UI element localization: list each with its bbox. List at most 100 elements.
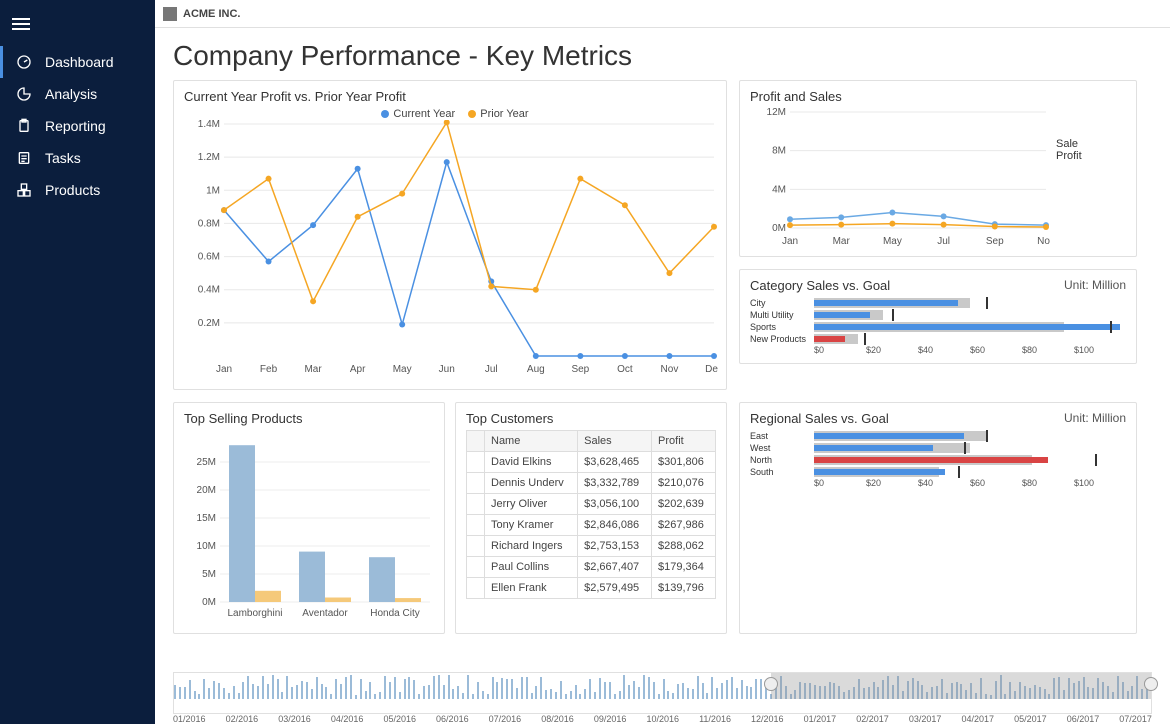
legend-dot-current-year bbox=[381, 110, 389, 118]
legend: Sale Profit bbox=[1050, 108, 1082, 248]
svg-text:Dec: Dec bbox=[705, 364, 718, 375]
timeline-range-selector[interactable] bbox=[173, 672, 1152, 714]
sidebar-item-tasks[interactable]: Tasks bbox=[0, 142, 155, 174]
sidebar-item-reporting[interactable]: Reporting bbox=[0, 110, 155, 142]
hbar-row: South bbox=[750, 466, 1126, 478]
card-regional-sales: Regional Sales vs. GoalUnit: Million Eas… bbox=[739, 402, 1137, 634]
svg-text:Sep: Sep bbox=[986, 236, 1004, 247]
svg-text:Nov: Nov bbox=[661, 364, 679, 375]
svg-text:0.6M: 0.6M bbox=[198, 252, 220, 263]
svg-text:12M: 12M bbox=[767, 108, 786, 118]
sidebar-label: Analysis bbox=[45, 86, 97, 102]
svg-text:15M: 15M bbox=[197, 513, 216, 524]
svg-text:1.2M: 1.2M bbox=[198, 152, 220, 163]
svg-text:May: May bbox=[883, 236, 902, 247]
svg-text:May: May bbox=[393, 364, 412, 375]
chart-legend: Current Year Prior Year bbox=[184, 108, 716, 120]
bar-chart-products[interactable]: 0M 5M 10M 15M 20M 25M Lamborghini Aventador Hond… bbox=[184, 430, 434, 620]
boxes-icon bbox=[15, 182, 33, 198]
svg-text:Aug: Aug bbox=[527, 364, 545, 375]
card-profit-and-sales: Profit and Sales 0M 4M 8M 12M Jan Mar May Jul Se… bbox=[739, 80, 1137, 257]
svg-text:Mar: Mar bbox=[304, 364, 322, 375]
logo-icon bbox=[163, 7, 177, 21]
sidebar-item-products[interactable]: Products bbox=[0, 174, 155, 206]
svg-text:Aventador: Aventador bbox=[302, 608, 348, 619]
hbar-row: West bbox=[750, 442, 1126, 454]
card-profit-cy-vs-py: Current Year Profit vs. Prior Year Profi… bbox=[173, 80, 727, 390]
line-chart-profit-sales[interactable]: 0M 4M 8M 12M Jan Mar May Jul Sep Nov bbox=[750, 108, 1050, 248]
svg-text:Mar: Mar bbox=[833, 236, 851, 247]
svg-text:Jan: Jan bbox=[782, 236, 798, 247]
pie-icon bbox=[15, 86, 33, 102]
hbar-row: Sports bbox=[750, 321, 1126, 333]
hbar-row: New Products bbox=[750, 333, 1126, 345]
svg-text:0M: 0M bbox=[772, 223, 786, 234]
svg-text:Nov: Nov bbox=[1037, 236, 1050, 247]
svg-text:Oct: Oct bbox=[617, 364, 633, 375]
chart-title: Current Year Profit vs. Prior Year Profi… bbox=[184, 89, 716, 104]
sidebar-label: Dashboard bbox=[45, 54, 114, 70]
svg-text:0.4M: 0.4M bbox=[198, 285, 220, 296]
svg-text:4M: 4M bbox=[772, 184, 786, 195]
table-row[interactable]: Richard Ingers$2,753,153$288,062 bbox=[467, 536, 716, 557]
chart-title: Top Selling Products bbox=[184, 411, 434, 426]
line-chart-profit[interactable]: 0.2M 0.4M 0.6M 0.8M 1M 1.2M 1.4M Jan Feb Mar Apr Ma… bbox=[184, 120, 718, 376]
chart-title: Profit and Sales bbox=[750, 89, 1126, 104]
hbar-row: North bbox=[750, 454, 1126, 466]
sidebar: Dashboard Analysis Reporting Tasks Products bbox=[0, 0, 155, 724]
sidebar-label: Reporting bbox=[45, 118, 106, 134]
hbar-chart-category[interactable]: City Multi Utility Sports New Products bbox=[750, 297, 1126, 345]
card-top-customers: Top Customers NameSalesProfitDavid Elkin… bbox=[455, 402, 727, 634]
sidebar-label: Tasks bbox=[45, 150, 81, 166]
svg-text:Jan: Jan bbox=[216, 364, 232, 375]
brand-name: ACME INC. bbox=[183, 8, 240, 20]
card-category-sales: Category Sales vs. GoalUnit: Million Cit… bbox=[739, 269, 1137, 364]
timeline-handle-start[interactable] bbox=[764, 677, 778, 691]
hbar-chart-regional[interactable]: East West North South bbox=[750, 430, 1126, 478]
table-row[interactable]: Dennis Underv$3,332,789$210,076 bbox=[467, 473, 716, 494]
menu-toggle-button[interactable] bbox=[0, 8, 155, 36]
table-row[interactable]: Jerry Oliver$3,056,100$202,639 bbox=[467, 494, 716, 515]
legend-dot-prior-year bbox=[468, 110, 476, 118]
checklist-icon bbox=[15, 150, 33, 166]
sidebar-item-analysis[interactable]: Analysis bbox=[0, 78, 155, 110]
svg-text:8M: 8M bbox=[772, 146, 786, 157]
svg-text:1.4M: 1.4M bbox=[198, 120, 220, 130]
timeline-labels: 01/201602/201603/201604/201605/201606/20… bbox=[173, 714, 1152, 724]
svg-text:Jul: Jul bbox=[937, 236, 950, 247]
clipboard-icon bbox=[15, 118, 33, 134]
table-row[interactable]: Ellen Frank$2,579,495$139,796 bbox=[467, 578, 716, 599]
svg-text:1M: 1M bbox=[206, 185, 220, 196]
sidebar-label: Products bbox=[45, 182, 100, 198]
card-top-products: Top Selling Products 0M 5M 10M 15M 20M 25M Lam… bbox=[173, 402, 445, 634]
svg-text:0.8M: 0.8M bbox=[198, 218, 220, 229]
svg-text:0.2M: 0.2M bbox=[198, 318, 220, 329]
gauge-icon bbox=[15, 54, 33, 70]
hbar-row: Multi Utility bbox=[750, 309, 1126, 321]
page-title: Company Performance - Key Metrics bbox=[173, 40, 1152, 72]
svg-text:10M: 10M bbox=[197, 541, 216, 552]
svg-text:0M: 0M bbox=[202, 597, 216, 608]
table-row[interactable]: Tony Kramer$2,846,086$267,986 bbox=[467, 515, 716, 536]
svg-text:Lamborghini: Lamborghini bbox=[227, 608, 282, 619]
svg-text:Sep: Sep bbox=[571, 364, 589, 375]
svg-text:5M: 5M bbox=[202, 569, 216, 580]
svg-text:25M: 25M bbox=[197, 457, 216, 468]
app-header: ACME INC. bbox=[155, 0, 1170, 28]
timeline-handle-end[interactable] bbox=[1144, 677, 1158, 691]
table-top-customers[interactable]: NameSalesProfitDavid Elkins$3,628,465$30… bbox=[466, 430, 716, 599]
svg-text:Honda City: Honda City bbox=[370, 608, 419, 619]
svg-text:Jul: Jul bbox=[485, 364, 498, 375]
table-row[interactable]: Paul Collins$2,667,407$179,364 bbox=[467, 557, 716, 578]
hbar-row: East bbox=[750, 430, 1126, 442]
svg-text:20M: 20M bbox=[197, 485, 216, 496]
chart-title: Regional Sales vs. GoalUnit: Million bbox=[750, 411, 1126, 426]
table-row[interactable]: David Elkins$3,628,465$301,806 bbox=[467, 452, 716, 473]
svg-text:Feb: Feb bbox=[260, 364, 278, 375]
hbar-row: City bbox=[750, 297, 1126, 309]
svg-text:Jun: Jun bbox=[439, 364, 455, 375]
chart-title: Top Customers bbox=[466, 411, 716, 426]
svg-text:Apr: Apr bbox=[350, 364, 366, 375]
sidebar-item-dashboard[interactable]: Dashboard bbox=[0, 46, 155, 78]
chart-title: Category Sales vs. GoalUnit: Million bbox=[750, 278, 1126, 293]
